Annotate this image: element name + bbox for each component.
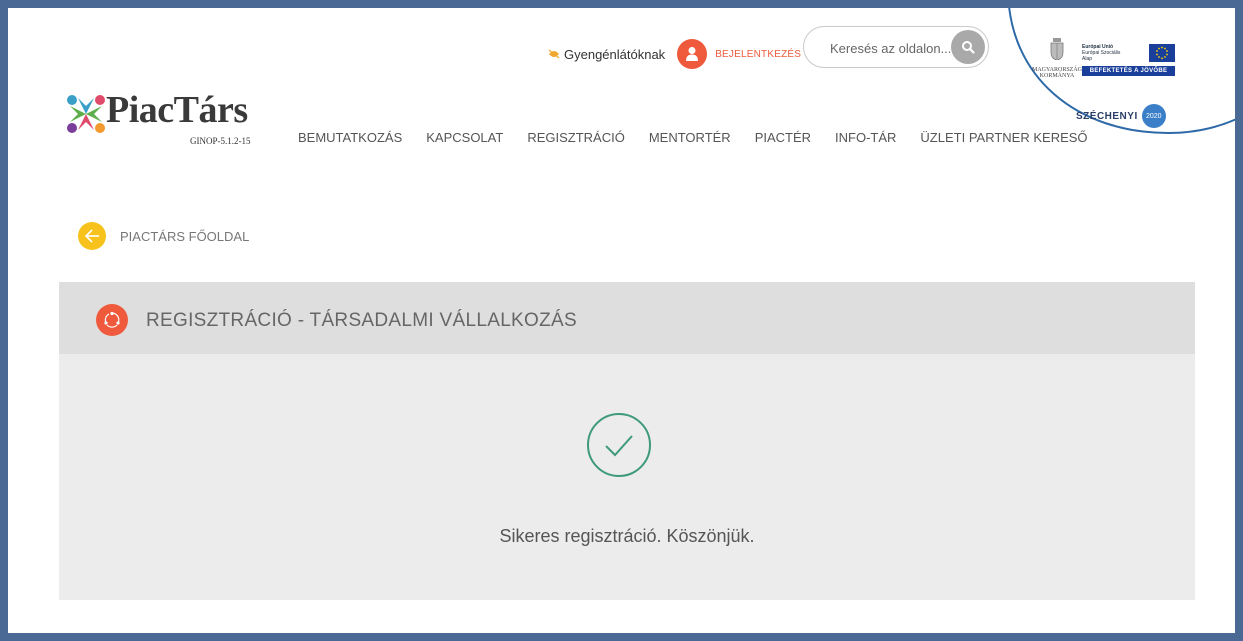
logo-subtitle: GINOP-5.1.2-15 (190, 136, 251, 146)
nav-item-piacter[interactable]: PIACTÉR (755, 130, 811, 145)
eu-line3: Alap (1082, 56, 1093, 62)
coat-of-arms-icon (1050, 38, 1064, 61)
nav-item-mentorter[interactable]: MENTORTÉR (649, 130, 731, 145)
szechenyi-logo: SZÉCHENYI 2020 (1076, 104, 1166, 128)
user-icon (677, 39, 708, 69)
eu-slogan: BEFEKTETÉS A JÖVŐBE (1082, 66, 1175, 76)
gov-logo: MAGYARORSZÁG KORMÁNYA (1030, 38, 1084, 79)
search-input[interactable] (828, 37, 952, 59)
nav-item-info-tar[interactable]: INFO-TÁR (835, 130, 896, 145)
login-button[interactable]: BEJELENTKEZÉS (677, 39, 801, 69)
top-bar: Gyengénlátóknak BEJELENTKEZÉS (548, 36, 801, 72)
site-logo[interactable]: PiacTárs GINOP-5.1.2-15 (64, 88, 264, 158)
eu-logo: Európai Unió Európai Szociális Alap BEFE… (1082, 44, 1175, 76)
eye-icon (548, 49, 560, 59)
panel-header: REGISZTRÁCIÓ - TÁRSADALMI VÁLLALKOZÁS (59, 282, 1195, 354)
login-label: BEJELENTKEZÉS (715, 48, 802, 60)
szechenyi-label: SZÉCHENYI (1076, 110, 1138, 122)
page-frame: PiacTárs GINOP-5.1.2-15 Gyengénlátóknak … (8, 8, 1235, 633)
back-link[interactable]: PIACTÁRS FŐOLDAL (78, 222, 249, 250)
search-icon (962, 41, 975, 54)
accessibility-link[interactable]: Gyengénlátóknak (548, 47, 665, 62)
share-cycle-icon (96, 304, 128, 336)
nav-item-uzleti-partner-kereso[interactable]: ÜZLETI PARTNER KERESŐ (920, 130, 1087, 145)
panel-body: Sikeres regisztráció. Köszönjük. (59, 354, 1195, 600)
nav-item-bemutatkozas[interactable]: BEMUTATKOZÁS (298, 130, 402, 145)
search-box (803, 26, 989, 68)
nav-item-regisztracio[interactable]: REGISZTRÁCIÓ (527, 130, 625, 145)
success-message: Sikeres regisztráció. Köszönjük. (499, 526, 755, 546)
eu-flag-icon (1149, 44, 1175, 62)
accessibility-label: Gyengénlátóknak (564, 46, 666, 62)
logo-mark-icon (67, 95, 105, 133)
search-button[interactable] (951, 30, 985, 64)
back-label: PIACTÁRS FŐOLDAL (120, 228, 250, 244)
panel-title: REGISZTRÁCIÓ - TÁRSADALMI VÁLLALKOZÁS (146, 310, 577, 331)
nav-item-kapcsolat[interactable]: KAPCSOLAT (426, 130, 503, 145)
check-circle-icon (587, 413, 651, 477)
arrow-left-icon (78, 222, 106, 250)
main-nav: BEMUTATKOZÁS KAPCSOLAT REGISZTRÁCIÓ MENT… (298, 130, 1112, 145)
logo-text: PiacTárs (106, 89, 248, 131)
gov-label: MAGYARORSZÁG KORMÁNYA (1031, 67, 1082, 79)
szechenyi-year: 2020 (1141, 104, 1166, 128)
